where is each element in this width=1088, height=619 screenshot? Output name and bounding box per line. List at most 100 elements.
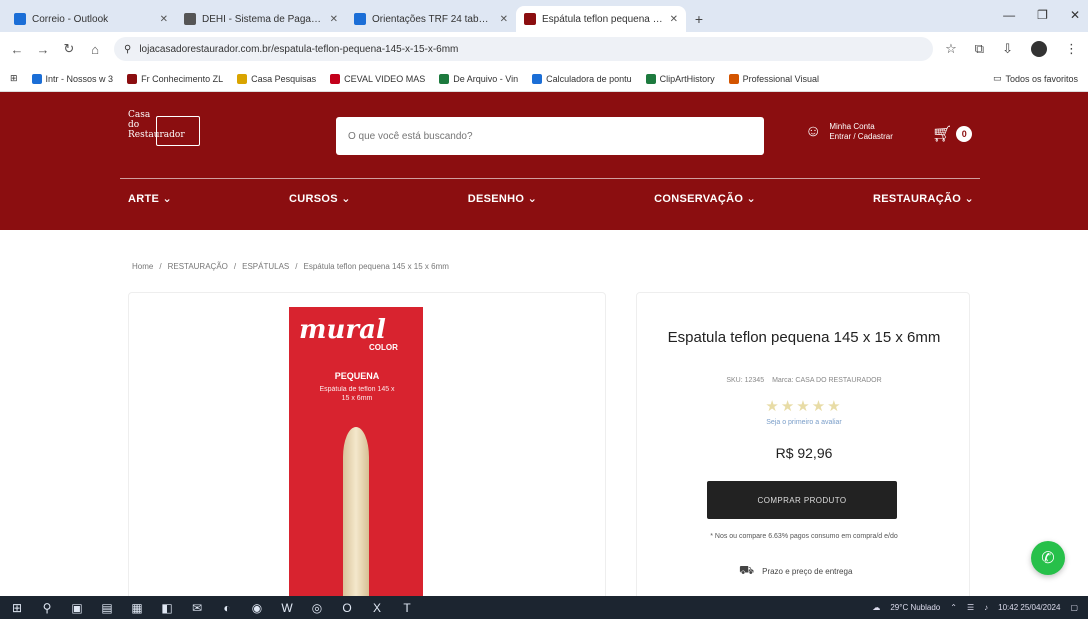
mail-icon[interactable]: ✉ [190,601,204,615]
cart-icon: 🛒︎ [932,126,953,143]
tray-chevron-icon[interactable]: ⌃ [950,603,957,612]
tab-favicon-icon [524,13,536,25]
excel-icon[interactable]: X [370,601,384,615]
bookmark-item[interactable]: CEVAL VIDEO MAS [330,73,425,84]
product-price: R$ 92,96 [775,445,833,461]
close-tab-icon[interactable]: ✕ [500,14,508,25]
close-window-icon[interactable]: ✕ [1070,8,1080,22]
main-menu: ARTE ⌄ CURSOS ⌄ DESENHO ⌄ CONSERVAÇÃO ⌄ … [128,192,974,205]
cart-button[interactable]: 🛒︎ 0 [932,124,973,144]
shipping-calculator-link[interactable]: ⛟ Prazo e preço de entrega [739,563,852,579]
bookmark-star-icon[interactable]: ☆ [945,41,957,57]
apps-grid-icon[interactable]: ⊞ [10,73,18,84]
bookmark-favicon-icon [532,73,543,84]
menu-item-cursos[interactable]: CURSOS ⌄ [289,192,351,205]
whatsapp-app-icon[interactable]: ◎ [310,601,324,615]
close-tab-icon[interactable]: ✕ [330,14,338,25]
maximize-icon[interactable]: ❐ [1037,8,1048,22]
folder-icon: ▭ [992,73,1002,83]
profile-avatar[interactable] [1031,41,1047,57]
breadcrumb-home[interactable]: Home [132,262,153,271]
package-description: Espátula de teflon 145 x 15 x 6mm [319,386,395,402]
bookmark-item[interactable]: Fr Conhecimento ZL [127,73,224,84]
sku-label: SKU: 12345 [726,377,765,384]
minimize-icon[interactable]: — [1003,8,1015,22]
address-bar-row: ← → ↻ ⌂ ⚲ lojacasadorestaurador.com.br/e… [0,32,1088,66]
account-label: Minha Conta [829,122,875,131]
teams-icon[interactable]: T [400,601,414,615]
whatsapp-icon[interactable]: ✆ [1031,541,1065,575]
browser-tab[interactable]: Correio - Outlook ✕ [6,6,176,32]
menu-item-conservacao[interactable]: CONSERVAÇÃO ⌄ [654,192,756,205]
bookmark-item[interactable]: Intr - Nossos w 3 [31,73,114,84]
all-bookmarks-button[interactable]: ▭ Todos os favoritos [993,73,1078,84]
search-input[interactable] [336,117,764,155]
url-field[interactable]: ⚲ lojacasadorestaurador.com.br/espatula-… [114,37,934,61]
os-taskbar: ⊞ ⚲ ▣ ▤ ▦ ◧ ✉ ◐ ◉ W ◎ O X T ☁ 29°C Nubla… [0,596,1088,619]
site-header: Casa do Restaurador ☺ Minha Conta Entrar… [0,92,1088,230]
window-controls: — ❐ ✕ [1003,8,1080,22]
close-tab-icon[interactable]: ✕ [670,14,678,25]
login-label: Entrar / Cadastrar [829,132,893,141]
site-logo[interactable]: Casa do Restaurador [128,110,208,158]
breadcrumb: Home / RESTAURAÇÃO / ESPÁTULAS / Espátula t… [132,262,449,271]
browser-tab-active[interactable]: Espátula teflon pequena 145 x ✕ [516,6,686,32]
store-icon[interactable]: ▦ [130,601,144,615]
edge-icon[interactable]: ◐ [220,601,234,615]
browser-menu-icon[interactable]: ⋮ [1065,41,1078,57]
network-icon[interactable]: ☰ [967,603,974,612]
home-icon[interactable]: ⌂ [88,42,102,57]
product-gallery: mural COLOR PEQUENA Espátula de teflon 1… [128,292,606,602]
volume-icon[interactable]: ♪ [984,603,988,612]
download-icon[interactable]: ⇩ [1002,41,1013,57]
bookmark-item[interactable]: Calculadora de pontu [532,73,632,84]
bookmark-item[interactable]: ClipArtHistory [645,73,715,84]
breadcrumb-category[interactable]: RESTAURAÇÃO [168,262,228,271]
package-brand-sub: COLOR [369,343,398,352]
bookmark-label: Intr - Nossos w 3 [45,73,114,84]
browser-tab[interactable]: DEHI - Sistema de Pagament ✕ [176,6,346,32]
menu-item-desenho[interactable]: DESENHO ⌄ [468,192,537,205]
product-info-panel: Espatula teflon pequena 145 x 15 x 6mm S… [636,292,970,602]
menu-item-arte[interactable]: ARTE ⌄ [128,192,172,205]
truck-icon: ⛟ [739,563,755,577]
bookmark-item[interactable]: Casa Pesquisas [237,73,317,84]
notifications-icon[interactable]: ▢ [1070,603,1078,612]
bookmark-item[interactable]: De Arquivo - Vin [439,73,519,84]
browser-tab[interactable]: Orientações TRF 24 tabela tre ✕ [346,6,516,32]
menu-item-restauracao[interactable]: RESTAURAÇÃO ⌄ [873,192,974,205]
task-view-icon[interactable]: ▣ [70,601,84,615]
outlook-icon[interactable]: O [340,601,354,615]
extensions-icon[interactable]: ⧉ [975,41,984,57]
tab-title: Espátula teflon pequena 145 x [542,13,664,25]
reload-icon[interactable]: ↻ [62,41,76,57]
close-tab-icon[interactable]: ✕ [160,14,168,25]
product-image[interactable]: mural COLOR PEQUENA Espátula de teflon 1… [289,307,423,601]
clock[interactable]: 10:42 25/04/2024 [998,603,1060,612]
site-info-icon[interactable]: ⚲ [124,44,131,55]
back-icon[interactable]: ← [10,42,24,57]
app-icon[interactable]: ◧ [160,601,174,615]
new-tab-icon[interactable]: + [686,6,712,32]
bookmark-label: Fr Conhecimento ZL [141,73,224,84]
bookmark-label: De Arquivo - Vin [453,73,519,84]
breadcrumb-current: Espátula teflon pequena 145 x 15 x 6mm [303,262,449,271]
payment-note: * Nos ou compare 6.63% pagos consumo em … [710,533,898,540]
logo-frame-icon [156,116,200,146]
word-icon[interactable]: W [280,601,294,615]
buy-button[interactable]: COMPRAR PRODUTO [707,481,897,519]
shipping-label: Prazo e preço de entrega [762,566,853,576]
start-icon[interactable]: ⊞ [10,601,24,615]
forward-icon[interactable]: → [36,42,50,57]
chrome-icon[interactable]: ◉ [250,601,264,615]
bookmark-label: ClipArtHistory [659,73,715,84]
breadcrumb-subcategory[interactable]: ESPÁTULAS [242,262,289,271]
file-explorer-icon[interactable]: ▤ [100,601,114,615]
tab-favicon-icon [14,13,26,25]
account-link[interactable]: ☺ Minha Conta Entrar / Cadastrar [805,122,893,142]
review-link[interactable]: Seja o primeiro a avaliar [637,419,971,426]
bookmark-item[interactable]: Professional Visual [728,73,819,84]
search-icon[interactable]: ⚲ [40,601,54,615]
weather-text[interactable]: 29°C Nublado [890,603,940,612]
bookmark-label: Casa Pesquisas [251,73,317,84]
